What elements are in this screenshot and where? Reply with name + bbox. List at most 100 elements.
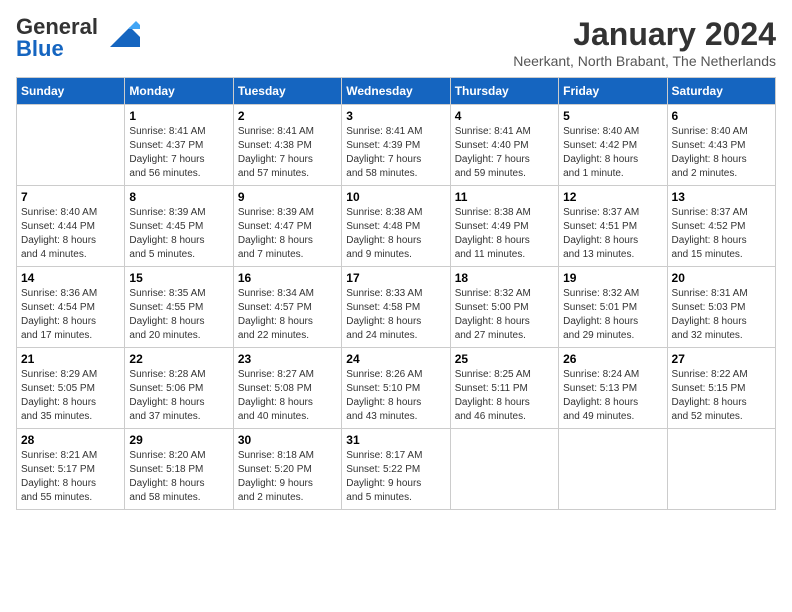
calendar-body: 1Sunrise: 8:41 AM Sunset: 4:37 PM Daylig… — [17, 105, 776, 510]
day-info: Sunrise: 8:40 AM Sunset: 4:44 PM Dayligh… — [21, 206, 120, 262]
day-number: 27 — [672, 352, 771, 366]
calendar-cell: 21Sunrise: 8:29 AM Sunset: 5:05 PM Dayli… — [17, 348, 125, 429]
day-info: Sunrise: 8:28 AM Sunset: 5:06 PM Dayligh… — [129, 368, 228, 424]
day-number: 8 — [129, 190, 228, 204]
calendar-cell — [667, 429, 775, 510]
day-number: 2 — [238, 109, 337, 123]
logo-icon — [100, 19, 140, 49]
day-info: Sunrise: 8:32 AM Sunset: 5:01 PM Dayligh… — [563, 287, 662, 343]
calendar-cell: 10Sunrise: 8:38 AM Sunset: 4:48 PM Dayli… — [342, 186, 450, 267]
day-number: 11 — [455, 190, 554, 204]
day-info: Sunrise: 8:41 AM Sunset: 4:39 PM Dayligh… — [346, 125, 445, 181]
week-row-4: 21Sunrise: 8:29 AM Sunset: 5:05 PM Dayli… — [17, 348, 776, 429]
day-info: Sunrise: 8:27 AM Sunset: 5:08 PM Dayligh… — [238, 368, 337, 424]
month-year: January 2024 — [513, 16, 776, 53]
calendar-cell: 1Sunrise: 8:41 AM Sunset: 4:37 PM Daylig… — [125, 105, 233, 186]
day-number: 21 — [21, 352, 120, 366]
calendar-cell: 9 Sunrise: 8:39 AM Sunset: 4:47 PM Daylig… — [233, 186, 341, 267]
column-header-friday: Friday — [559, 78, 667, 105]
day-number: 4 — [455, 109, 554, 123]
day-number: 19 — [563, 271, 662, 285]
column-header-wednesday: Wednesday — [342, 78, 450, 105]
column-header-monday: Monday — [125, 78, 233, 105]
day-info: Sunrise: 8:36 AM Sunset: 4:54 PM Dayligh… — [21, 287, 120, 343]
day-info: Sunrise: 8:37 AM Sunset: 4:52 PM Dayligh… — [672, 206, 771, 262]
day-number: 29 — [129, 433, 228, 447]
calendar-cell: 6Sunrise: 8:40 AM Sunset: 4:43 PM Daylig… — [667, 105, 775, 186]
day-info: Sunrise: 8:22 AM Sunset: 5:15 PM Dayligh… — [672, 368, 771, 424]
title-block: January 2024 Neerkant, North Brabant, Th… — [513, 16, 776, 69]
calendar-cell: 4Sunrise: 8:41 AM Sunset: 4:40 PM Daylig… — [450, 105, 558, 186]
calendar-cell: 13Sunrise: 8:37 AM Sunset: 4:52 PM Dayli… — [667, 186, 775, 267]
calendar-table: SundayMondayTuesdayWednesdayThursdayFrid… — [16, 77, 776, 510]
day-number: 28 — [21, 433, 120, 447]
calendar-cell: 20 Sunrise: 8:31 AM Sunset: 5:03 PM Dayli… — [667, 267, 775, 348]
calendar-cell: 2Sunrise: 8:41 AM Sunset: 4:38 PM Daylig… — [233, 105, 341, 186]
day-number: 22 — [129, 352, 228, 366]
logo-text: General Blue — [16, 16, 98, 60]
day-number: 9 — [238, 190, 337, 204]
day-info: Sunrise: 8:26 AM Sunset: 5:10 PM Dayligh… — [346, 368, 445, 424]
day-info: Sunrise: 8:24 AM Sunset: 5:13 PM Dayligh… — [563, 368, 662, 424]
day-info: Sunrise: 8:25 AM Sunset: 5:11 PM Dayligh… — [455, 368, 554, 424]
logo: General Blue — [16, 16, 140, 60]
week-row-1: 1Sunrise: 8:41 AM Sunset: 4:37 PM Daylig… — [17, 105, 776, 186]
calendar-cell: 18Sunrise: 8:32 AM Sunset: 5:00 PM Dayli… — [450, 267, 558, 348]
week-row-2: 7Sunrise: 8:40 AM Sunset: 4:44 PM Daylig… — [17, 186, 776, 267]
calendar-cell: 24 Sunrise: 8:26 AM Sunset: 5:10 PM Dayli… — [342, 348, 450, 429]
day-info: Sunrise: 8:18 AM Sunset: 5:20 PM Dayligh… — [238, 449, 337, 505]
calendar-header-row: SundayMondayTuesdayWednesdayThursdayFrid… — [17, 78, 776, 105]
week-row-5: 28 Sunrise: 8:21 AM Sunset: 5:17 PM Dayli… — [17, 429, 776, 510]
column-header-thursday: Thursday — [450, 78, 558, 105]
day-info: Sunrise: 8:39 AM Sunset: 4:47 PM Dayligh… — [238, 206, 337, 262]
location: Neerkant, North Brabant, The Netherlands — [513, 53, 776, 69]
day-info: Sunrise: 8:31 AM Sunset: 5:03 PM Dayligh… — [672, 287, 771, 343]
day-number: 6 — [672, 109, 771, 123]
day-number: 26 — [563, 352, 662, 366]
calendar-cell — [450, 429, 558, 510]
day-info: Sunrise: 8:35 AM Sunset: 4:55 PM Dayligh… — [129, 287, 228, 343]
day-info: Sunrise: 8:34 AM Sunset: 4:57 PM Dayligh… — [238, 287, 337, 343]
calendar-cell — [559, 429, 667, 510]
column-header-tuesday: Tuesday — [233, 78, 341, 105]
day-number: 18 — [455, 271, 554, 285]
day-number: 30 — [238, 433, 337, 447]
calendar-cell: 16 Sunrise: 8:34 AM Sunset: 4:57 PM Dayli… — [233, 267, 341, 348]
day-number: 31 — [346, 433, 445, 447]
calendar-cell: 19 Sunrise: 8:32 AM Sunset: 5:01 PM Dayli… — [559, 267, 667, 348]
day-info: Sunrise: 8:39 AM Sunset: 4:45 PM Dayligh… — [129, 206, 228, 262]
day-info: Sunrise: 8:40 AM Sunset: 4:42 PM Dayligh… — [563, 125, 662, 181]
day-number: 14 — [21, 271, 120, 285]
logo-blue: Blue — [16, 36, 64, 61]
day-number: 16 — [238, 271, 337, 285]
calendar-cell: 26 Sunrise: 8:24 AM Sunset: 5:13 PM Dayli… — [559, 348, 667, 429]
calendar-cell — [17, 105, 125, 186]
day-info: Sunrise: 8:33 AM Sunset: 4:58 PM Dayligh… — [346, 287, 445, 343]
day-info: Sunrise: 8:38 AM Sunset: 4:49 PM Dayligh… — [455, 206, 554, 262]
calendar-cell: 8 Sunrise: 8:39 AM Sunset: 4:45 PM Daylig… — [125, 186, 233, 267]
day-info: Sunrise: 8:37 AM Sunset: 4:51 PM Dayligh… — [563, 206, 662, 262]
day-info: Sunrise: 8:21 AM Sunset: 5:17 PM Dayligh… — [21, 449, 120, 505]
day-number: 3 — [346, 109, 445, 123]
calendar-cell: 12Sunrise: 8:37 AM Sunset: 4:51 PM Dayli… — [559, 186, 667, 267]
calendar-cell: 29Sunrise: 8:20 AM Sunset: 5:18 PM Dayli… — [125, 429, 233, 510]
page-header: General Blue January 2024 Neerkant, Nort… — [16, 16, 776, 69]
calendar-cell: 7Sunrise: 8:40 AM Sunset: 4:44 PM Daylig… — [17, 186, 125, 267]
day-info: Sunrise: 8:41 AM Sunset: 4:37 PM Dayligh… — [129, 125, 228, 181]
calendar-cell: 28 Sunrise: 8:21 AM Sunset: 5:17 PM Dayli… — [17, 429, 125, 510]
calendar-cell: 27 Sunrise: 8:22 AM Sunset: 5:15 PM Dayli… — [667, 348, 775, 429]
day-number: 20 — [672, 271, 771, 285]
day-number: 25 — [455, 352, 554, 366]
day-number: 5 — [563, 109, 662, 123]
calendar-cell: 11 Sunrise: 8:38 AM Sunset: 4:49 PM Dayli… — [450, 186, 558, 267]
calendar-cell: 25 Sunrise: 8:25 AM Sunset: 5:11 PM Dayli… — [450, 348, 558, 429]
day-number: 24 — [346, 352, 445, 366]
calendar-cell: 17Sunrise: 8:33 AM Sunset: 4:58 PM Dayli… — [342, 267, 450, 348]
calendar-cell: 31Sunrise: 8:17 AM Sunset: 5:22 PM Dayli… — [342, 429, 450, 510]
calendar-cell: 3 Sunrise: 8:41 AM Sunset: 4:39 PM Daylig… — [342, 105, 450, 186]
calendar-cell: 30 Sunrise: 8:18 AM Sunset: 5:20 PM Dayli… — [233, 429, 341, 510]
calendar-cell: 23Sunrise: 8:27 AM Sunset: 5:08 PM Dayli… — [233, 348, 341, 429]
day-number: 10 — [346, 190, 445, 204]
calendar-cell: 5 Sunrise: 8:40 AM Sunset: 4:42 PM Daylig… — [559, 105, 667, 186]
calendar-cell: 22 Sunrise: 8:28 AM Sunset: 5:06 PM Dayli… — [125, 348, 233, 429]
